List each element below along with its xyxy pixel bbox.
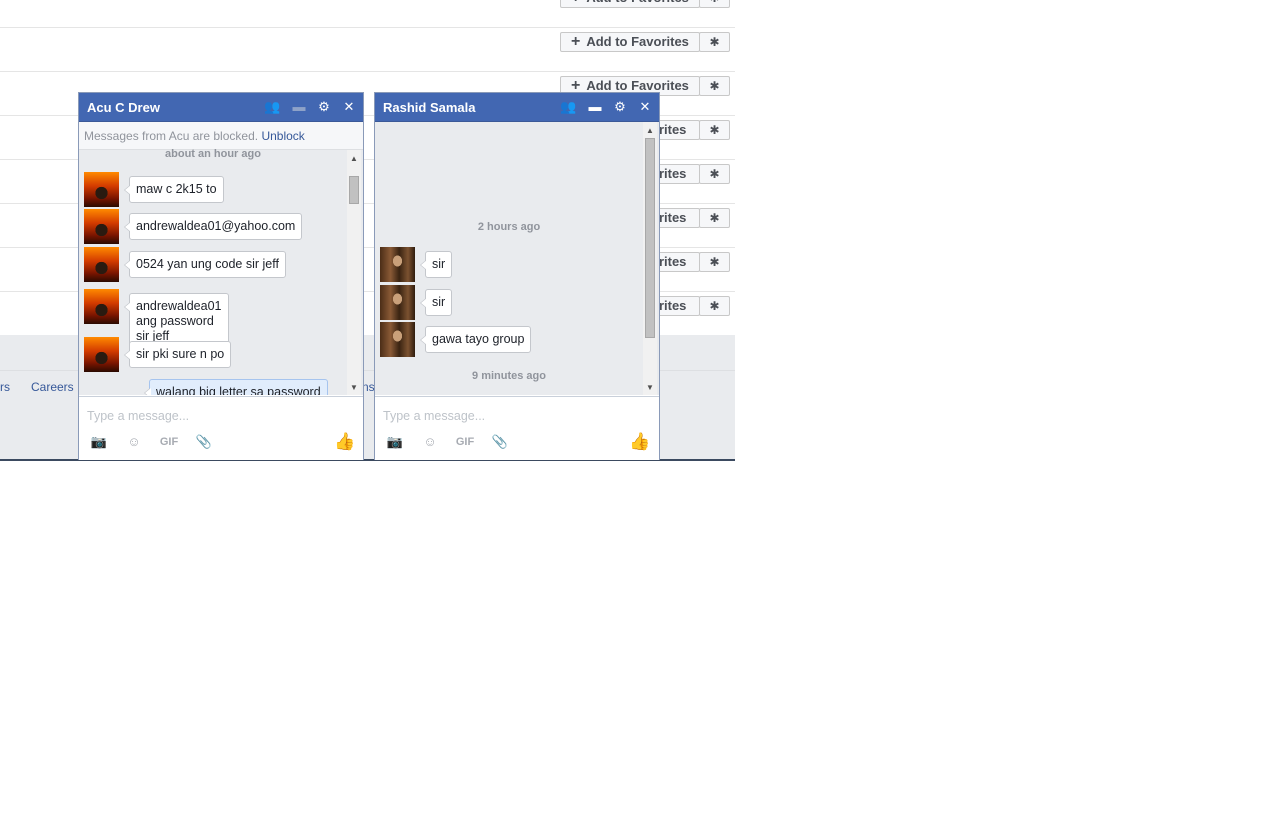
message-input[interactable] bbox=[87, 409, 337, 423]
avatar[interactable] bbox=[380, 285, 415, 320]
avatar[interactable] bbox=[84, 289, 119, 324]
chat-window-rashid: Rashid Samala 👥 ▬ ⚙ ✕ 2 hours ago sir si… bbox=[374, 92, 660, 460]
avatar[interactable] bbox=[84, 337, 119, 372]
timestamp: 2 hours ago bbox=[477, 221, 541, 233]
chat-conversation[interactable]: Messages from Acu are blocked. Unblock a… bbox=[79, 122, 363, 395]
camera-icon[interactable]: 📷 bbox=[89, 434, 109, 450]
message-bubble: sir bbox=[419, 251, 453, 278]
row-settings-button[interactable]: ✱ bbox=[699, 120, 730, 140]
message-bubble: 0524 yan ung code sir jeff bbox=[124, 251, 286, 278]
gif-button[interactable]: GIF bbox=[455, 436, 475, 448]
camera-icon[interactable]: 📷 bbox=[385, 434, 405, 450]
add-to-favorites-button[interactable]: +Add to Favorites bbox=[560, 0, 700, 8]
footer-link[interactable]: rs bbox=[0, 380, 10, 394]
scroll-up-arrow[interactable]: ▲ bbox=[347, 154, 361, 163]
add-friend-icon[interactable]: 👥 bbox=[560, 99, 576, 115]
add-to-favorites-button[interactable]: +Add to Favorites bbox=[560, 32, 700, 52]
chat-title[interactable]: Acu C Drew bbox=[87, 100, 160, 115]
unblock-link[interactable]: Unblock bbox=[261, 129, 304, 143]
timestamp: about an hour ago bbox=[165, 148, 261, 160]
gif-button[interactable]: GIF bbox=[159, 436, 179, 448]
timestamp: 9 minutes ago bbox=[472, 370, 546, 382]
like-icon[interactable]: 👍 bbox=[629, 432, 650, 452]
row-settings-button[interactable]: ✱ bbox=[699, 164, 730, 184]
avatar[interactable] bbox=[380, 247, 415, 282]
message-composer: 📷 ☺ GIF 📎 👍 bbox=[79, 396, 363, 460]
message-input[interactable] bbox=[383, 409, 633, 423]
attach-icon[interactable]: 📎 bbox=[194, 434, 214, 450]
chat-title[interactable]: Rashid Samala bbox=[383, 100, 476, 115]
row-settings-button[interactable]: ✱ bbox=[699, 32, 730, 52]
message-bubble: sir pki sure n po bbox=[123, 341, 232, 368]
chat-window-acu: Acu C Drew 👥 ▬ ⚙ ✕ Messages from Acu are… bbox=[78, 92, 364, 460]
like-icon[interactable]: 👍 bbox=[334, 432, 355, 452]
blocked-text: Messages from Acu are blocked. bbox=[84, 129, 259, 143]
scrollbar[interactable]: ▲ ▼ bbox=[643, 122, 657, 395]
video-call-icon[interactable]: ▬ bbox=[291, 99, 307, 115]
row-settings-button[interactable]: ✱ bbox=[699, 296, 730, 316]
message-composer: 📷 ☺ GIF 📎 👍 bbox=[375, 396, 659, 460]
scrollbar[interactable]: ▲ ▼ bbox=[347, 150, 361, 395]
message-bubble: sir bbox=[419, 289, 453, 316]
chat-conversation[interactable]: 2 hours ago sir sir gawa tayo group 9 mi… bbox=[375, 122, 659, 395]
avatar[interactable] bbox=[84, 247, 119, 282]
avatar[interactable] bbox=[380, 322, 415, 357]
close-icon[interactable]: ✕ bbox=[341, 99, 357, 115]
chat-header[interactable]: Acu C Drew 👥 ▬ ⚙ ✕ bbox=[79, 93, 363, 122]
own-message-bubble: walang big letter sa password bbox=[144, 379, 328, 395]
scroll-thumb[interactable] bbox=[645, 138, 655, 338]
gear-icon[interactable]: ⚙ bbox=[612, 99, 628, 115]
avatar[interactable] bbox=[84, 209, 119, 244]
emoji-icon[interactable]: ☺ bbox=[124, 434, 144, 449]
scroll-thumb[interactable] bbox=[349, 176, 359, 204]
add-friend-icon[interactable]: 👥 bbox=[264, 99, 280, 115]
scroll-down-arrow[interactable]: ▼ bbox=[643, 383, 657, 392]
message-bubble: gawa tayo group bbox=[419, 326, 532, 353]
close-icon[interactable]: ✕ bbox=[637, 99, 653, 115]
row-settings-button[interactable]: ✱ bbox=[699, 0, 730, 8]
scroll-up-arrow[interactable]: ▲ bbox=[643, 126, 657, 135]
scroll-down-arrow[interactable]: ▼ bbox=[347, 383, 361, 392]
footer-link-careers[interactable]: Careers bbox=[31, 380, 74, 394]
video-call-icon[interactable]: ▬ bbox=[587, 99, 603, 115]
emoji-icon[interactable]: ☺ bbox=[420, 434, 440, 449]
avatar[interactable] bbox=[84, 172, 119, 207]
row-settings-button[interactable]: ✱ bbox=[699, 208, 730, 228]
chat-header[interactable]: Rashid Samala 👥 ▬ ⚙ ✕ bbox=[375, 93, 659, 122]
row-settings-button[interactable]: ✱ bbox=[699, 76, 730, 96]
favorites-row: +Add to Favorites ✱ bbox=[0, 28, 735, 72]
message-bubble: maw c 2k15 to bbox=[124, 176, 224, 203]
gear-icon[interactable]: ⚙ bbox=[316, 99, 332, 115]
message-bubble: andrewaldea01@yahoo.com bbox=[123, 213, 303, 240]
blocked-notice: Messages from Acu are blocked. Unblock bbox=[79, 122, 363, 150]
row-settings-button[interactable]: ✱ bbox=[699, 252, 730, 272]
favorites-row: +Add to Favorites ✱ bbox=[0, 0, 735, 28]
attach-icon[interactable]: 📎 bbox=[490, 434, 510, 450]
